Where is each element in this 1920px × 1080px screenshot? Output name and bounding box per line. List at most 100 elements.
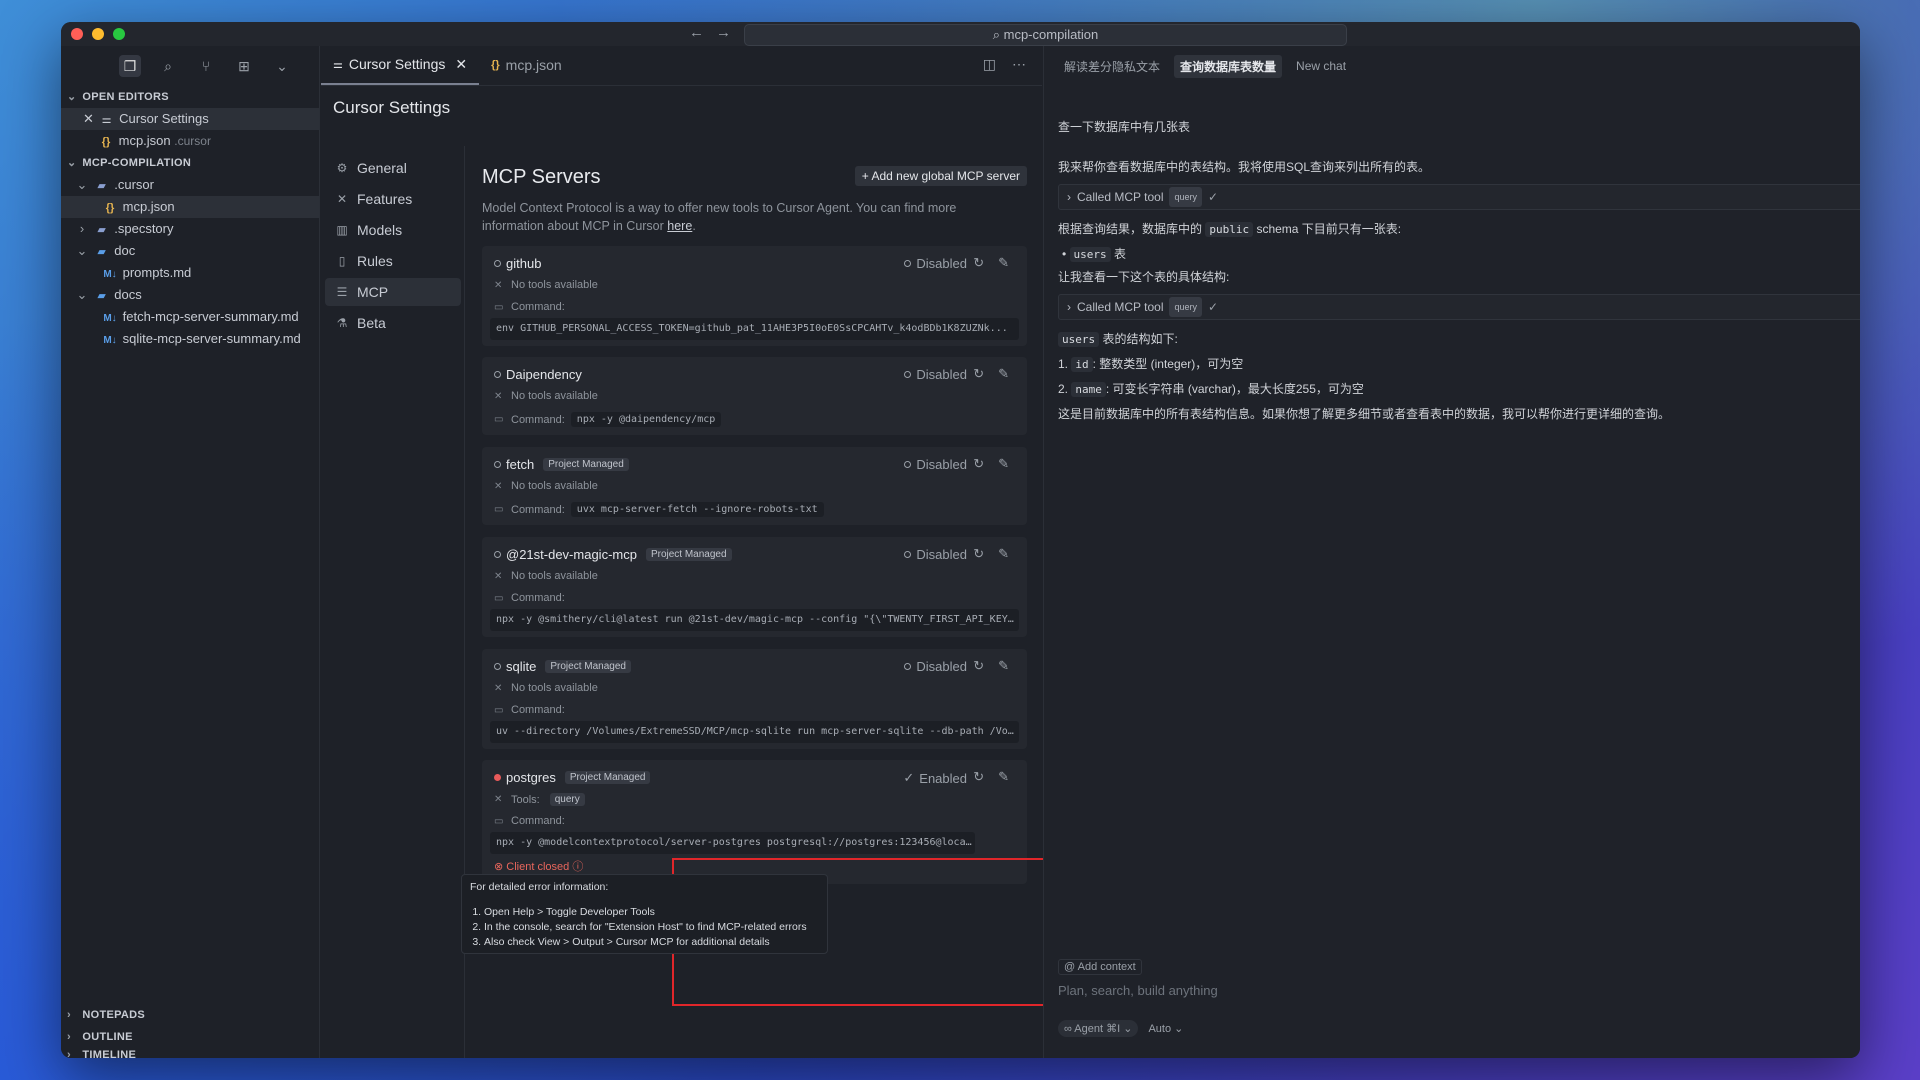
maximize-window-button[interactable]	[113, 28, 125, 40]
project-managed-badge: Project Managed	[645, 548, 732, 561]
extensions-icon[interactable]: ⊞	[233, 55, 255, 77]
status-badge: ✓ Enabled	[903, 770, 967, 786]
status-dot	[904, 461, 912, 468]
refresh-icon[interactable]: ↻	[973, 658, 984, 674]
tree-item-sqlite-summary[interactable]: M↓ sqlite-mcp-server-summary.md	[61, 328, 319, 350]
tools-icon: ✕	[494, 480, 503, 492]
refresh-icon[interactable]: ↻	[973, 769, 984, 785]
add-context-button[interactable]: @ Add context	[1058, 959, 1142, 975]
refresh-icon[interactable]: ↻	[973, 255, 984, 271]
status-dot	[494, 461, 501, 468]
open-editor-item[interactable]: ✕ ⚌ Cursor Settings	[61, 108, 319, 130]
search-icon[interactable]: ⌕	[157, 55, 179, 77]
editor-actions: ◫ ⋯	[983, 56, 1026, 73]
more-icon[interactable]: ⋯	[1012, 56, 1026, 73]
refresh-icon[interactable]: ↻	[973, 366, 984, 382]
open-editors-header[interactable]: ⌄ OPEN EDITORS	[61, 86, 319, 108]
edit-icon[interactable]: ✎	[998, 769, 1009, 785]
status-dot	[494, 774, 501, 781]
tree-item-fetch-summary[interactable]: M↓ fetch-mcp-server-summary.md	[61, 306, 319, 328]
timeline-header[interactable]: › TIMELINE	[61, 1048, 320, 1058]
tab-cursor-settings[interactable]: ⚌ Cursor Settings ✕	[321, 45, 480, 85]
mcp-description: Model Context Protocol is a way to offer…	[482, 201, 957, 233]
followup-text: 让我查看一下这个表的具体结构:	[1058, 270, 1230, 284]
refresh-icon[interactable]: ↻	[973, 546, 984, 562]
chat-panel: 解读差分隐私文本 查询数据库表数量 New chat 查一下数据库中有几张表 我…	[1043, 46, 1860, 1058]
terminal-icon: ▭	[494, 504, 504, 515]
project-managed-badge: Project Managed	[543, 458, 629, 471]
json-file-icon: {}	[491, 59, 500, 71]
close-icon[interactable]: ✕	[455, 56, 467, 73]
title-bar: ← → ⌕ mcp-compilation	[61, 22, 1860, 46]
edit-icon[interactable]: ✎	[998, 546, 1009, 562]
tool-call-block[interactable]: › Called MCP tool query ✓	[1058, 184, 1860, 210]
forward-arrow-icon[interactable]: →	[716, 24, 731, 41]
settings-nav-features[interactable]: ✕ Features	[325, 185, 461, 213]
settings-nav-rules[interactable]: ▯ Rules	[325, 247, 461, 275]
assistant-message: 我来帮你查看数据库中的表结构。我将使用SQL查询来列出所有的表。 › Calle…	[1058, 158, 1860, 423]
edit-icon[interactable]: ✎	[998, 255, 1009, 271]
server-icon: ☰	[336, 285, 348, 299]
chat-input[interactable]: Plan, search, build anything	[1058, 983, 1848, 998]
tree-item-docs[interactable]: ⌄ ▰ docs	[61, 284, 319, 306]
settings-nav-models[interactable]: ▥ Models	[325, 216, 461, 244]
client-closed-error[interactable]: ⊗ Client closed ⓘ	[494, 858, 583, 874]
info-icon: ⓘ	[572, 861, 584, 873]
chat-tab-new[interactable]: New chat	[1290, 56, 1352, 76]
edit-icon[interactable]: ✎	[998, 456, 1009, 472]
command-text: npx -y @smithery/cli@latest run @21st-de…	[490, 609, 1019, 631]
close-icon[interactable]: ✕	[83, 111, 94, 126]
status-dot	[494, 260, 501, 267]
model-selector[interactable]: Auto ⌄	[1148, 1022, 1183, 1035]
files-icon[interactable]: ❐	[119, 55, 141, 77]
chevron-right-icon: ›	[67, 1031, 71, 1043]
mcp-docs-link[interactable]: here	[667, 219, 692, 233]
back-arrow-icon[interactable]: ←	[689, 24, 704, 41]
refresh-icon[interactable]: ↻	[973, 456, 984, 472]
open-editor-item[interactable]: {} mcp.json .cursor	[61, 130, 319, 152]
outline-header[interactable]: › OUTLINE	[61, 1026, 320, 1048]
notepads-header[interactable]: › NOTEPADS	[61, 1004, 320, 1026]
server-name: Daipendency	[506, 367, 582, 382]
status-badge: Disabled	[904, 457, 967, 472]
chat-tabs: 解读差分隐私文本 查询数据库表数量 New chat	[1044, 46, 1860, 86]
status-dot	[494, 371, 501, 378]
status-badge: Disabled	[904, 547, 967, 562]
chevron-down-icon[interactable]: ⌄	[271, 55, 293, 77]
settings-nav-general[interactable]: ⚙ General	[325, 154, 461, 182]
settings-icon: ⚌	[101, 114, 112, 126]
check-icon: ✓	[1208, 300, 1219, 314]
tool-call-block[interactable]: › Called MCP tool query ✓	[1058, 294, 1860, 320]
chevron-down-icon: ⌄	[67, 91, 77, 103]
result-text: 根据查询结果，数据库中的 public schema 下目前只有一张表:	[1058, 222, 1402, 237]
activity-bar: ❐ ⌕ ⑂ ⊞ ⌄	[61, 46, 319, 86]
mcp-server-card-daipendency: Daipendency Disabled ↻ ✎ ✕ No tools availa…	[482, 357, 1027, 435]
tree-item-prompts-md[interactable]: M↓ prompts.md	[61, 262, 319, 284]
window-controls	[71, 28, 125, 40]
search-icon: ⌕	[992, 27, 1000, 42]
chat-tab[interactable]: 解读差分隐私文本	[1058, 55, 1166, 78]
edit-icon[interactable]: ✎	[998, 366, 1009, 382]
tab-mcp-json[interactable]: {} mcp.json	[479, 45, 574, 85]
markdown-file-icon: M↓	[103, 269, 117, 280]
tree-item-specstory[interactable]: › ▰ .specstory	[61, 218, 319, 240]
tooltip-title: For detailed error information:	[470, 881, 609, 893]
chevron-right-icon: ›	[67, 1009, 71, 1021]
agent-mode-selector[interactable]: ∞ Agent ⌘I ⌄	[1058, 1020, 1139, 1037]
server-name: fetch	[506, 457, 535, 472]
tree-item-doc[interactable]: ⌄ ▰ doc	[61, 240, 319, 262]
settings-nav-mcp[interactable]: ☰ MCP	[325, 278, 461, 306]
tree-item-mcp-json[interactable]: {} mcp.json	[61, 196, 319, 218]
minimize-window-button[interactable]	[92, 28, 104, 40]
mcp-server-card-sqlite: sqlite Project Managed Disabled ↻ ✎ ✕ No to…	[482, 649, 1027, 749]
tree-item-cursor[interactable]: ⌄ ▰ .cursor	[61, 174, 319, 196]
add-global-mcp-button[interactable]: + Add new global MCP server	[854, 166, 1027, 186]
source-control-icon[interactable]: ⑂	[195, 55, 217, 77]
settings-nav-beta[interactable]: ⚗ Beta	[325, 309, 461, 337]
command-center[interactable]: ⌕ mcp-compilation	[744, 24, 1347, 46]
close-window-button[interactable]	[71, 28, 83, 40]
edit-icon[interactable]: ✎	[998, 658, 1009, 674]
project-header[interactable]: ⌄ MCP-COMPILATION	[61, 152, 319, 174]
split-editor-icon[interactable]: ◫	[983, 56, 996, 73]
chat-tab-active[interactable]: 查询数据库表数量	[1174, 54, 1283, 78]
